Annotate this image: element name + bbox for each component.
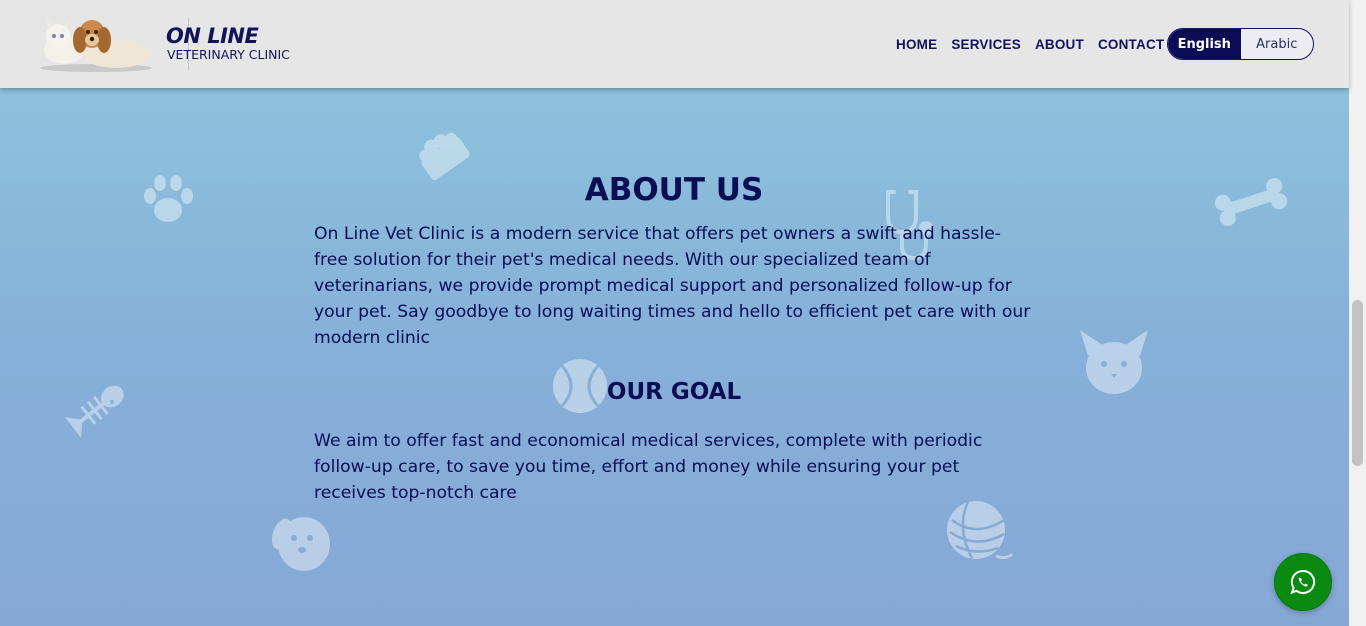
logo[interactable]: ON LINE VETERINARY CLINIC bbox=[36, 12, 306, 76]
page-scrollbar[interactable] bbox=[1349, 0, 1366, 626]
about-text: On Line Vet Clinic is a modern service t… bbox=[314, 224, 1031, 348]
goal-text: We aim to offer fast and economical medi… bbox=[314, 431, 983, 503]
about-section: ABOUT US On Line Vet Clinic is a modern … bbox=[314, 172, 1034, 506]
goal-heading: OUR GOAL bbox=[606, 379, 742, 405]
logo-subtitle: VETERINARY CLINIC bbox=[167, 47, 290, 62]
whatsapp-button[interactable] bbox=[1274, 553, 1332, 611]
nav-services[interactable]: SERVICES bbox=[951, 37, 1021, 52]
site-header: ON LINE VETERINARY CLINIC HOME SERVICES … bbox=[0, 0, 1349, 88]
about-heading: ABOUT US bbox=[584, 172, 764, 208]
language-arabic-button[interactable]: Arabic bbox=[1241, 29, 1314, 59]
whatsapp-icon bbox=[1290, 569, 1316, 595]
dog-icon bbox=[271, 517, 330, 571]
pets-logo-icon bbox=[40, 18, 152, 72]
nav-home[interactable]: HOME bbox=[896, 37, 937, 52]
page-background: ABOUT US On Line Vet Clinic is a modern … bbox=[0, 0, 1349, 626]
yarn-ball-icon bbox=[947, 501, 1014, 560]
logo-title: ON LINE bbox=[166, 24, 259, 48]
bone-icon bbox=[1214, 178, 1288, 226]
paw-icon bbox=[144, 175, 193, 222]
scrollbar-thumb[interactable] bbox=[1352, 300, 1363, 466]
fish-bone-icon bbox=[64, 385, 124, 438]
nav-contact[interactable]: CONTACT bbox=[1098, 37, 1164, 52]
language-toggle: English Arabic bbox=[1167, 28, 1314, 60]
nav-about[interactable]: ABOUT bbox=[1035, 37, 1084, 52]
language-english-button[interactable]: English bbox=[1168, 29, 1241, 59]
main-nav: HOME SERVICES ABOUT CONTACT bbox=[896, 28, 1178, 60]
cat-icon bbox=[1080, 330, 1148, 394]
